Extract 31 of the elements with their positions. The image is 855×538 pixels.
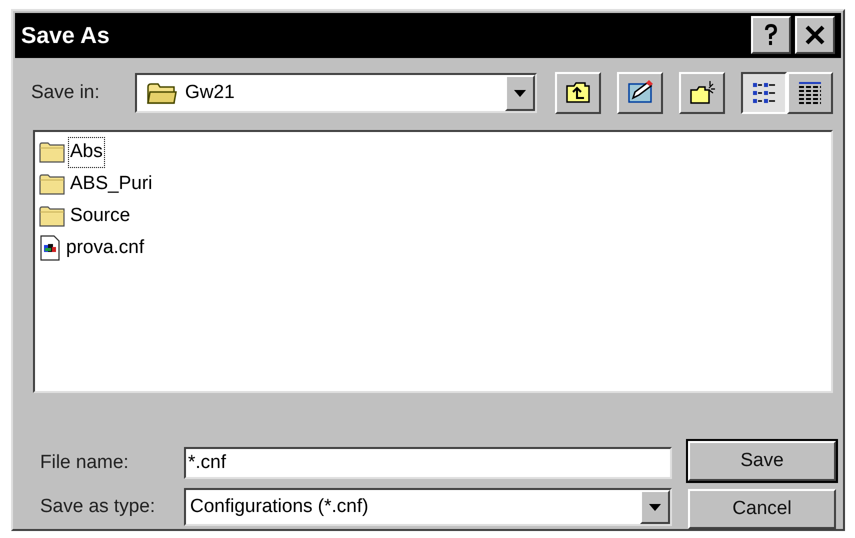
new-folder-icon — [689, 80, 715, 106]
dialog-button[interactable]: Cancel — [688, 489, 836, 529]
file-list-item[interactable]: prova.cnf — [39, 232, 827, 264]
save-as-type-label: Save as type: — [40, 494, 156, 519]
help-button[interactable] — [751, 16, 791, 54]
file-name-label: File name: — [40, 450, 130, 475]
file-list-item[interactable]: Abs — [39, 136, 827, 168]
save-as-type-dropdown[interactable]: Configurations (*.cnf) — [184, 488, 672, 526]
folder-icon — [39, 205, 65, 228]
help-icon — [763, 23, 779, 48]
dropdown-arrow-icon — [514, 90, 526, 97]
dropdown-arrow-icon — [649, 504, 661, 510]
window-title: Save As — [21, 21, 111, 50]
folder-icon — [147, 82, 177, 104]
dropdown-button[interactable] — [640, 490, 670, 524]
file-icon — [39, 235, 61, 262]
save-in-label: Save in: — [30, 80, 101, 105]
file-list-item[interactable]: Source — [39, 200, 827, 232]
file-list-item[interactable]: ABS_Puri — [39, 168, 827, 200]
save-in-dropdown[interactable]: Gw21 — [135, 73, 537, 114]
toolbar-button[interactable] — [741, 72, 787, 114]
dropdown-button[interactable] — [505, 75, 535, 112]
close-button[interactable] — [795, 16, 835, 54]
folder-icon — [39, 141, 65, 164]
save-as-type-value: Configurations (*.cnf) — [190, 494, 370, 519]
folder-icon — [39, 173, 65, 196]
save-in-value: Gw21 — [185, 80, 236, 105]
close-icon — [805, 25, 825, 46]
details-view-icon — [797, 80, 823, 106]
dialog-button[interactable]: Save — [688, 441, 836, 481]
file-name-field[interactable]: *.cnf — [184, 447, 672, 479]
